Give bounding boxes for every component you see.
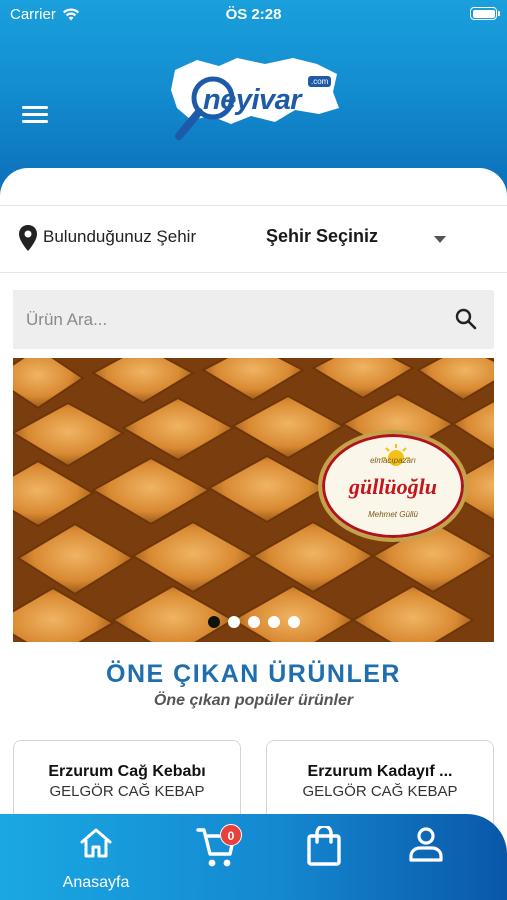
carousel-dot[interactable] (287, 616, 300, 628)
location-pin-icon (19, 225, 37, 251)
carousel-dot[interactable] (267, 616, 280, 628)
city-dropdown[interactable]: Şehir Seçiniz (266, 226, 378, 247)
chevron-down-icon[interactable] (434, 236, 446, 243)
brand-signature: Mehmet Güllü (368, 510, 418, 519)
bag-icon (307, 826, 341, 866)
hamburger-menu-icon[interactable] (22, 106, 48, 126)
tab-home-label: Anasayfa (62, 874, 130, 891)
tab-home[interactable]: Anasayfa (56, 826, 136, 892)
search-input[interactable] (26, 290, 446, 349)
carousel-dot[interactable] (207, 616, 220, 628)
bottom-tab-bar: Anasayfa (0, 814, 507, 900)
brand-name: güllüoğlu (348, 474, 438, 499)
search-bar (13, 290, 494, 349)
tab-orders[interactable] (284, 826, 364, 892)
logo-wordmark: neyivar (203, 84, 302, 116)
cart-count-badge: 0 (220, 824, 242, 846)
app-logo: neyivar .com (167, 52, 342, 152)
brand-subtitle: elmacıpazarı (370, 456, 416, 465)
featured-section-subtitle: Öne çıkan popüler ürünler (153, 692, 354, 709)
home-icon (80, 828, 112, 858)
promo-banner-carousel[interactable]: elmacıpazarı güllüoğlu Mehmet Güllü (13, 358, 494, 642)
product-shop: GELGÖR CAĞ KEBAP (302, 783, 458, 800)
status-time: ÖS 2:28 (225, 6, 282, 23)
carousel-dot[interactable] (227, 616, 240, 628)
search-icon[interactable] (454, 307, 478, 331)
tab-profile[interactable] (386, 826, 466, 892)
logo-suffix: .com (308, 76, 332, 87)
product-name: Erzurum Cağ Kebabı (48, 763, 206, 780)
city-selector-row[interactable]: Bulunduğunuz Şehir Şehir Seçiniz (0, 205, 507, 273)
carousel-indicator (13, 616, 494, 628)
profile-icon (409, 827, 443, 862)
carousel-dot[interactable] (247, 616, 260, 628)
brand-logo-badge: elmacıpazarı güllüoğlu Mehmet Güllü (318, 430, 468, 542)
featured-section-title: ÖNE ÇIKAN ÜRÜNLER (106, 660, 401, 688)
product-shop: GELGÖR CAĞ KEBAP (49, 783, 205, 800)
battery-icon (470, 7, 500, 20)
city-label: Bulunduğunuz Şehir (43, 227, 197, 246)
tab-cart[interactable] (174, 826, 254, 892)
status-bar: Carrier ÖS 2:28 (0, 0, 507, 30)
product-name: Erzurum Kadayıf ... (307, 763, 453, 780)
